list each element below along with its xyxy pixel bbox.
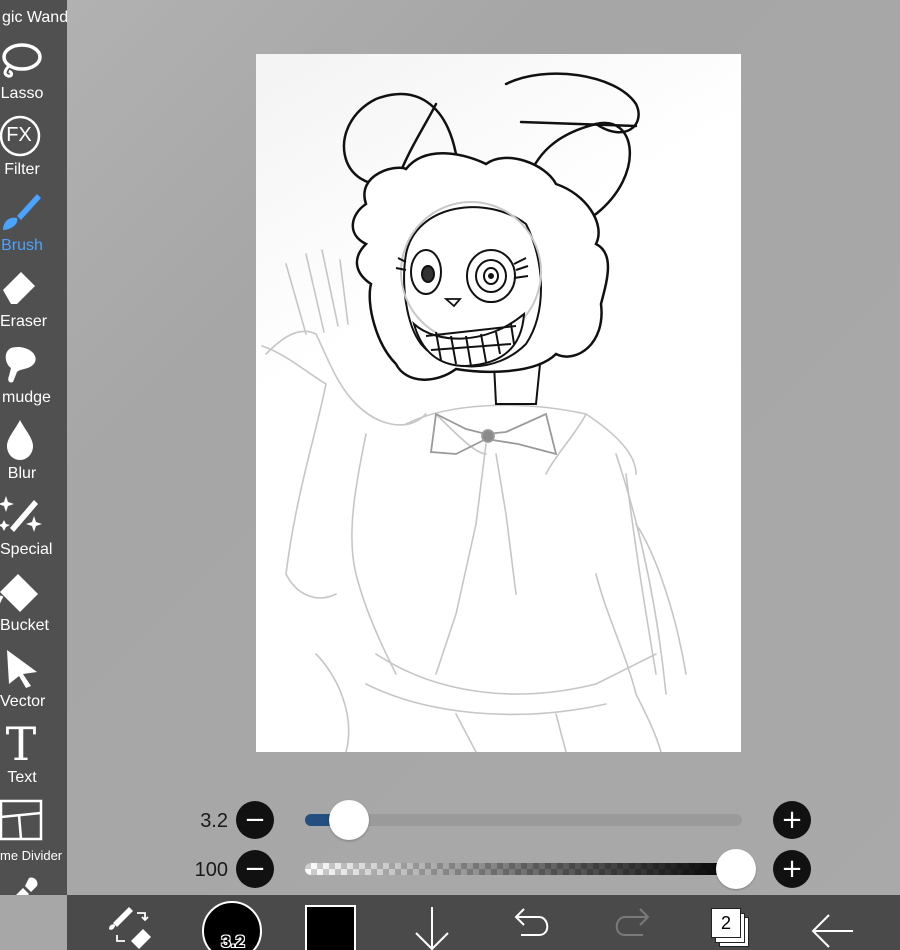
tool-label: Bucket bbox=[0, 617, 49, 634]
brush-size-value: 3.2 bbox=[200, 810, 228, 832]
brush-size-slider-row: 3.2 − + bbox=[0, 800, 900, 840]
swap-brush-eraser-icon bbox=[109, 907, 151, 949]
tool-label: gic Wand bbox=[2, 9, 67, 26]
tool-text[interactable]: T Text bbox=[0, 718, 67, 794]
tool-sidebar: gic Wand Lasso FX Filter Brush Eraser mu… bbox=[0, 0, 67, 895]
sketch-artwork bbox=[261, 72, 687, 752]
tool-label: Lasso bbox=[0, 85, 44, 102]
fx-icon: FX bbox=[0, 114, 44, 158]
tool-label: Eraser bbox=[0, 313, 48, 330]
text-icon-glyph: T bbox=[5, 717, 37, 771]
smudge-icon bbox=[0, 342, 44, 386]
bucket-icon bbox=[0, 570, 44, 614]
layers-button[interactable]: 2 bbox=[707, 905, 755, 950]
brush-icon bbox=[0, 190, 44, 234]
fx-icon-text: FX bbox=[6, 124, 32, 146]
back-button[interactable] bbox=[807, 895, 857, 950]
size-increase-button[interactable]: + bbox=[773, 801, 811, 839]
magic-wand-icon bbox=[0, 0, 44, 6]
minus-icon: − bbox=[244, 805, 266, 835]
tool-label: mudge bbox=[2, 389, 51, 406]
tool-label: Filter bbox=[4, 161, 40, 178]
minus-icon: − bbox=[244, 854, 266, 884]
plus-icon: + bbox=[781, 805, 803, 835]
drawing-canvas[interactable] bbox=[256, 54, 741, 752]
slider-thumb[interactable] bbox=[328, 800, 369, 840]
brush-size-slider[interactable] bbox=[305, 800, 742, 840]
eraser-icon bbox=[0, 266, 44, 310]
opacity-increase-button[interactable]: + bbox=[773, 850, 811, 888]
tool-magic-wand[interactable]: gic Wand bbox=[0, 0, 67, 34]
blur-drop-icon bbox=[0, 418, 44, 462]
text-icon: T bbox=[0, 717, 44, 771]
tool-label: Vector bbox=[0, 693, 46, 710]
tool-blur[interactable]: Blur bbox=[0, 414, 67, 490]
tool-lasso[interactable]: Lasso bbox=[0, 34, 67, 110]
swap-brush-eraser-button[interactable] bbox=[107, 895, 157, 950]
tool-label: Brush bbox=[1, 237, 43, 254]
special-brush-icon bbox=[0, 494, 44, 538]
undo-icon bbox=[514, 908, 549, 936]
redo-icon bbox=[615, 908, 650, 936]
back-arrow-icon bbox=[811, 914, 853, 948]
vector-cursor-icon bbox=[0, 646, 44, 690]
opacity-slider-row: 100 − + bbox=[0, 849, 900, 889]
undo-button[interactable] bbox=[507, 895, 557, 950]
brush-size-indicator[interactable]: 3.2 bbox=[202, 901, 262, 950]
opacity-value: 100 bbox=[194, 859, 228, 881]
tool-label: Blur bbox=[7, 465, 37, 482]
opacity-decrease-button[interactable]: − bbox=[236, 850, 274, 888]
download-button[interactable] bbox=[407, 895, 457, 950]
size-decrease-button[interactable]: − bbox=[236, 801, 274, 839]
layer-count: 2 bbox=[720, 912, 731, 933]
tool-bucket[interactable]: Bucket bbox=[0, 566, 67, 642]
bottom-toolbar: 3.2 2 bbox=[67, 895, 900, 950]
tool-vector[interactable]: Vector bbox=[0, 642, 67, 718]
brush-size-label: 3.2 bbox=[221, 932, 245, 950]
lasso-icon bbox=[0, 38, 44, 82]
opacity-slider[interactable] bbox=[305, 849, 756, 889]
tool-filter[interactable]: FX Filter bbox=[0, 110, 67, 186]
tool-smudge[interactable]: mudge bbox=[0, 338, 67, 414]
plus-icon: + bbox=[781, 854, 803, 884]
download-arrow-icon bbox=[415, 907, 449, 950]
color-swatch[interactable] bbox=[305, 905, 356, 950]
tool-brush[interactable]: Brush bbox=[0, 186, 67, 262]
tool-label: Special bbox=[0, 541, 53, 558]
tool-label: Text bbox=[7, 769, 37, 786]
redo-button[interactable] bbox=[607, 895, 657, 950]
tool-special[interactable]: Special bbox=[0, 490, 67, 566]
tool-eraser[interactable]: Eraser bbox=[0, 262, 67, 338]
slider-thumb[interactable] bbox=[716, 849, 756, 889]
